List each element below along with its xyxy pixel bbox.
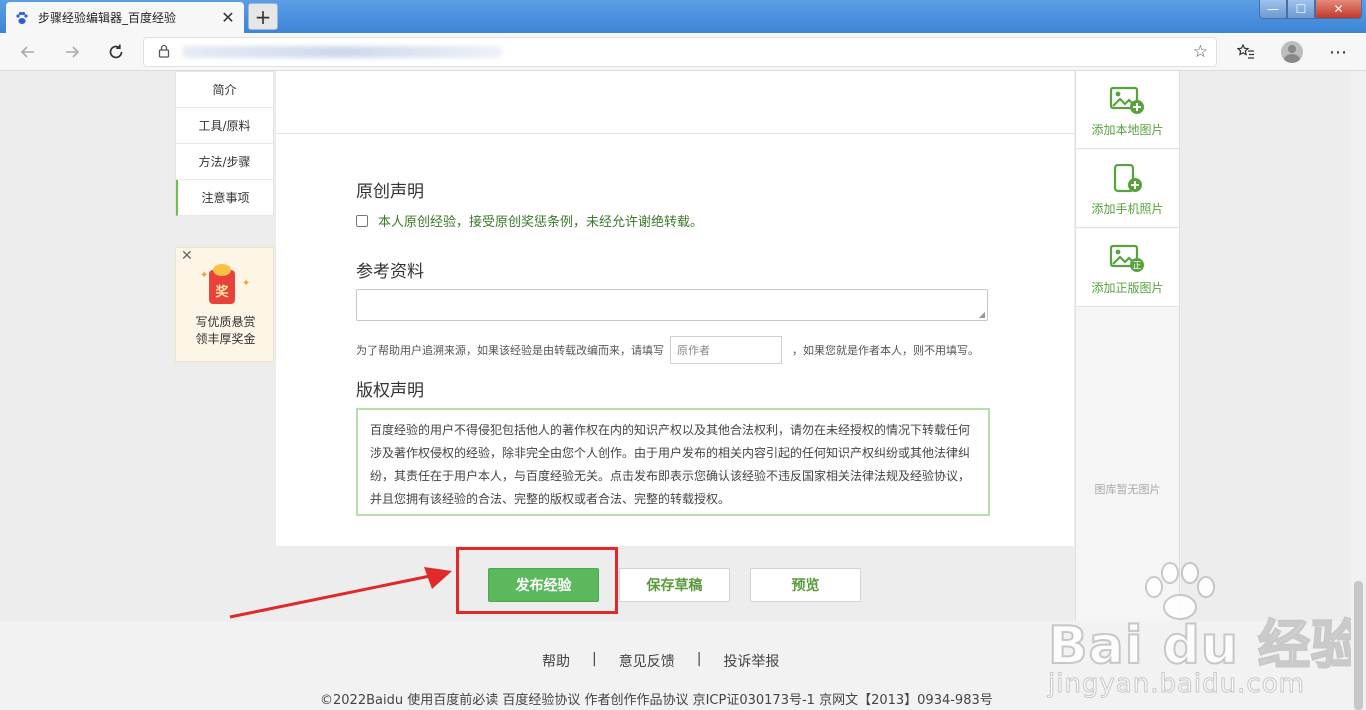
section-nav: 简介 工具/原料 方法/步骤 注意事项 (175, 71, 274, 216)
footer-separator: | (696, 651, 702, 667)
publish-button[interactable]: 发布经验 (488, 568, 599, 602)
sparkle-icon: ✦ (242, 278, 251, 289)
svg-text:正: 正 (1132, 262, 1141, 272)
footer-link-help[interactable]: 帮助 (542, 651, 570, 671)
image-panel: 添加本地图片 添加手机照片 正 添加正版图片 图库暂无图片 (1075, 71, 1180, 710)
save-draft-button[interactable]: 保存草稿 (619, 568, 730, 602)
add-phone-photo-button[interactable]: 添加手机照片 (1076, 150, 1179, 228)
footer: 帮助 | 意见反馈 | 投诉举报 ©2022Baidu 使用百度前必读 百度经验… (0, 621, 1351, 710)
preview-button[interactable]: 预览 (750, 568, 861, 602)
blurred-url (182, 46, 502, 58)
forward-arrow-icon[interactable] (59, 39, 85, 65)
close-tab-icon[interactable]: ✕ (220, 8, 236, 27)
add-phone-icon (1113, 164, 1142, 193)
browser-tab[interactable]: 步骤经验编辑器_百度经验 ✕ (6, 2, 244, 33)
more-options-icon[interactable]: ⋯ (1325, 40, 1351, 64)
footer-link-report[interactable]: 投诉举报 (723, 651, 779, 671)
resize-grip-icon[interactable]: ◢ (979, 310, 985, 319)
nav-item-intro[interactable]: 简介 (176, 72, 273, 108)
red-envelope-icon: 奖 (209, 264, 235, 304)
footer-separator: | (592, 651, 597, 667)
original-declaration-title: 原创声明 (356, 182, 424, 202)
add-local-image-label: 添加本地图片 (1091, 123, 1164, 137)
maximize-button[interactable]: ☐ (1287, 0, 1315, 19)
licensed-image-icon: 正 (1109, 244, 1144, 272)
add-licensed-image-button[interactable]: 正 添加正版图片 (1076, 229, 1179, 307)
original-checkbox-label[interactable]: 本人原创经验，接受原创奖惩条例，未经允许谢绝转载。 (378, 211, 703, 230)
source-suffix: ，如果您就是作者本人，则不用填写。 (792, 344, 979, 357)
address-bar[interactable]: ☆ (143, 37, 1217, 67)
editor-panel: 原创声明 本人原创经验，接受原创奖惩条例，未经允许谢绝转载。 参考资料 ◢ 为了… (276, 71, 1074, 546)
nav-item-notes[interactable]: 注意事项 (176, 180, 273, 216)
close-window-button[interactable]: ✕ (1315, 0, 1362, 19)
reference-textarea[interactable]: ◢ (356, 289, 988, 321)
sparkle-icon: ✦ (200, 270, 209, 281)
baidu-paw-icon (14, 10, 30, 26)
source-row: 为了帮助用户追溯来源，如果该经验是由转载改编而来，请填写 原作者 ，如果您就是作… (356, 336, 979, 364)
page-scrollbar[interactable] (1351, 71, 1366, 710)
scrollbar-thumb[interactable] (1354, 581, 1363, 710)
empty-library-text: 图库暂无图片 (1094, 483, 1161, 496)
footer-copyright: ©2022Baidu 使用百度前必读 百度经验协议 作者创作作品协议 京ICP证… (320, 693, 993, 708)
close-promo-icon[interactable]: ✕ (181, 248, 193, 264)
lock-icon (158, 44, 170, 62)
copyright-notice: 百度经验的用户不得侵犯包括他人的著作权在内的知识产权以及其他合法权利，请勿在未经… (356, 408, 990, 516)
nav-item-tools[interactable]: 工具/原料 (176, 108, 273, 144)
add-local-image-button[interactable]: 添加本地图片 (1076, 71, 1179, 149)
reload-icon[interactable] (103, 39, 129, 65)
page-content: 简介 工具/原料 方法/步骤 注意事项 ✕ ✦ ✦ 奖 写优质悬赏 领丰厚奖金 … (0, 71, 1351, 710)
nav-item-steps[interactable]: 方法/步骤 (176, 144, 273, 180)
promo-text: 写优质悬赏 领丰厚奖金 (195, 315, 256, 346)
add-phone-photo-label: 添加手机照片 (1091, 202, 1164, 216)
original-checkbox[interactable] (356, 214, 368, 227)
profile-icon[interactable] (1279, 40, 1305, 64)
reference-title: 参考资料 (356, 262, 424, 282)
annotation-arrow (229, 567, 452, 619)
tab-title: 步骤经验编辑器_百度经验 (38, 11, 177, 25)
browser-titlebar: 步骤经验编辑器_百度经验 ✕ + — ☐ ✕ (0, 0, 1366, 33)
back-arrow-icon[interactable] (15, 39, 41, 65)
copyright-title: 版权声明 (356, 381, 424, 401)
source-prefix: 为了帮助用户追溯来源，如果该经验是由转载改编而来，请填写 (356, 344, 664, 357)
original-declaration-row[interactable]: 本人原创经验，接受原创奖惩条例，未经允许谢绝转载。 (356, 211, 703, 230)
browser-toolbar: ☆ ⋯ (0, 33, 1366, 71)
favorite-star-icon[interactable]: ☆ (1193, 42, 1208, 62)
minimize-button[interactable]: — (1259, 0, 1287, 19)
divider (276, 133, 1074, 134)
favorites-list-icon[interactable] (1233, 40, 1259, 64)
author-input[interactable]: 原作者 (670, 336, 782, 364)
new-tab-button[interactable]: + (248, 3, 278, 30)
add-image-icon (1109, 86, 1144, 114)
reward-promo[interactable]: ✕ ✦ ✦ 奖 写优质悬赏 领丰厚奖金 (175, 247, 274, 362)
add-licensed-image-label: 添加正版图片 (1091, 281, 1164, 295)
footer-link-feedback[interactable]: 意见反馈 (619, 651, 675, 671)
footer-links: 帮助 | 意见反馈 | 投诉举报 (542, 651, 779, 671)
